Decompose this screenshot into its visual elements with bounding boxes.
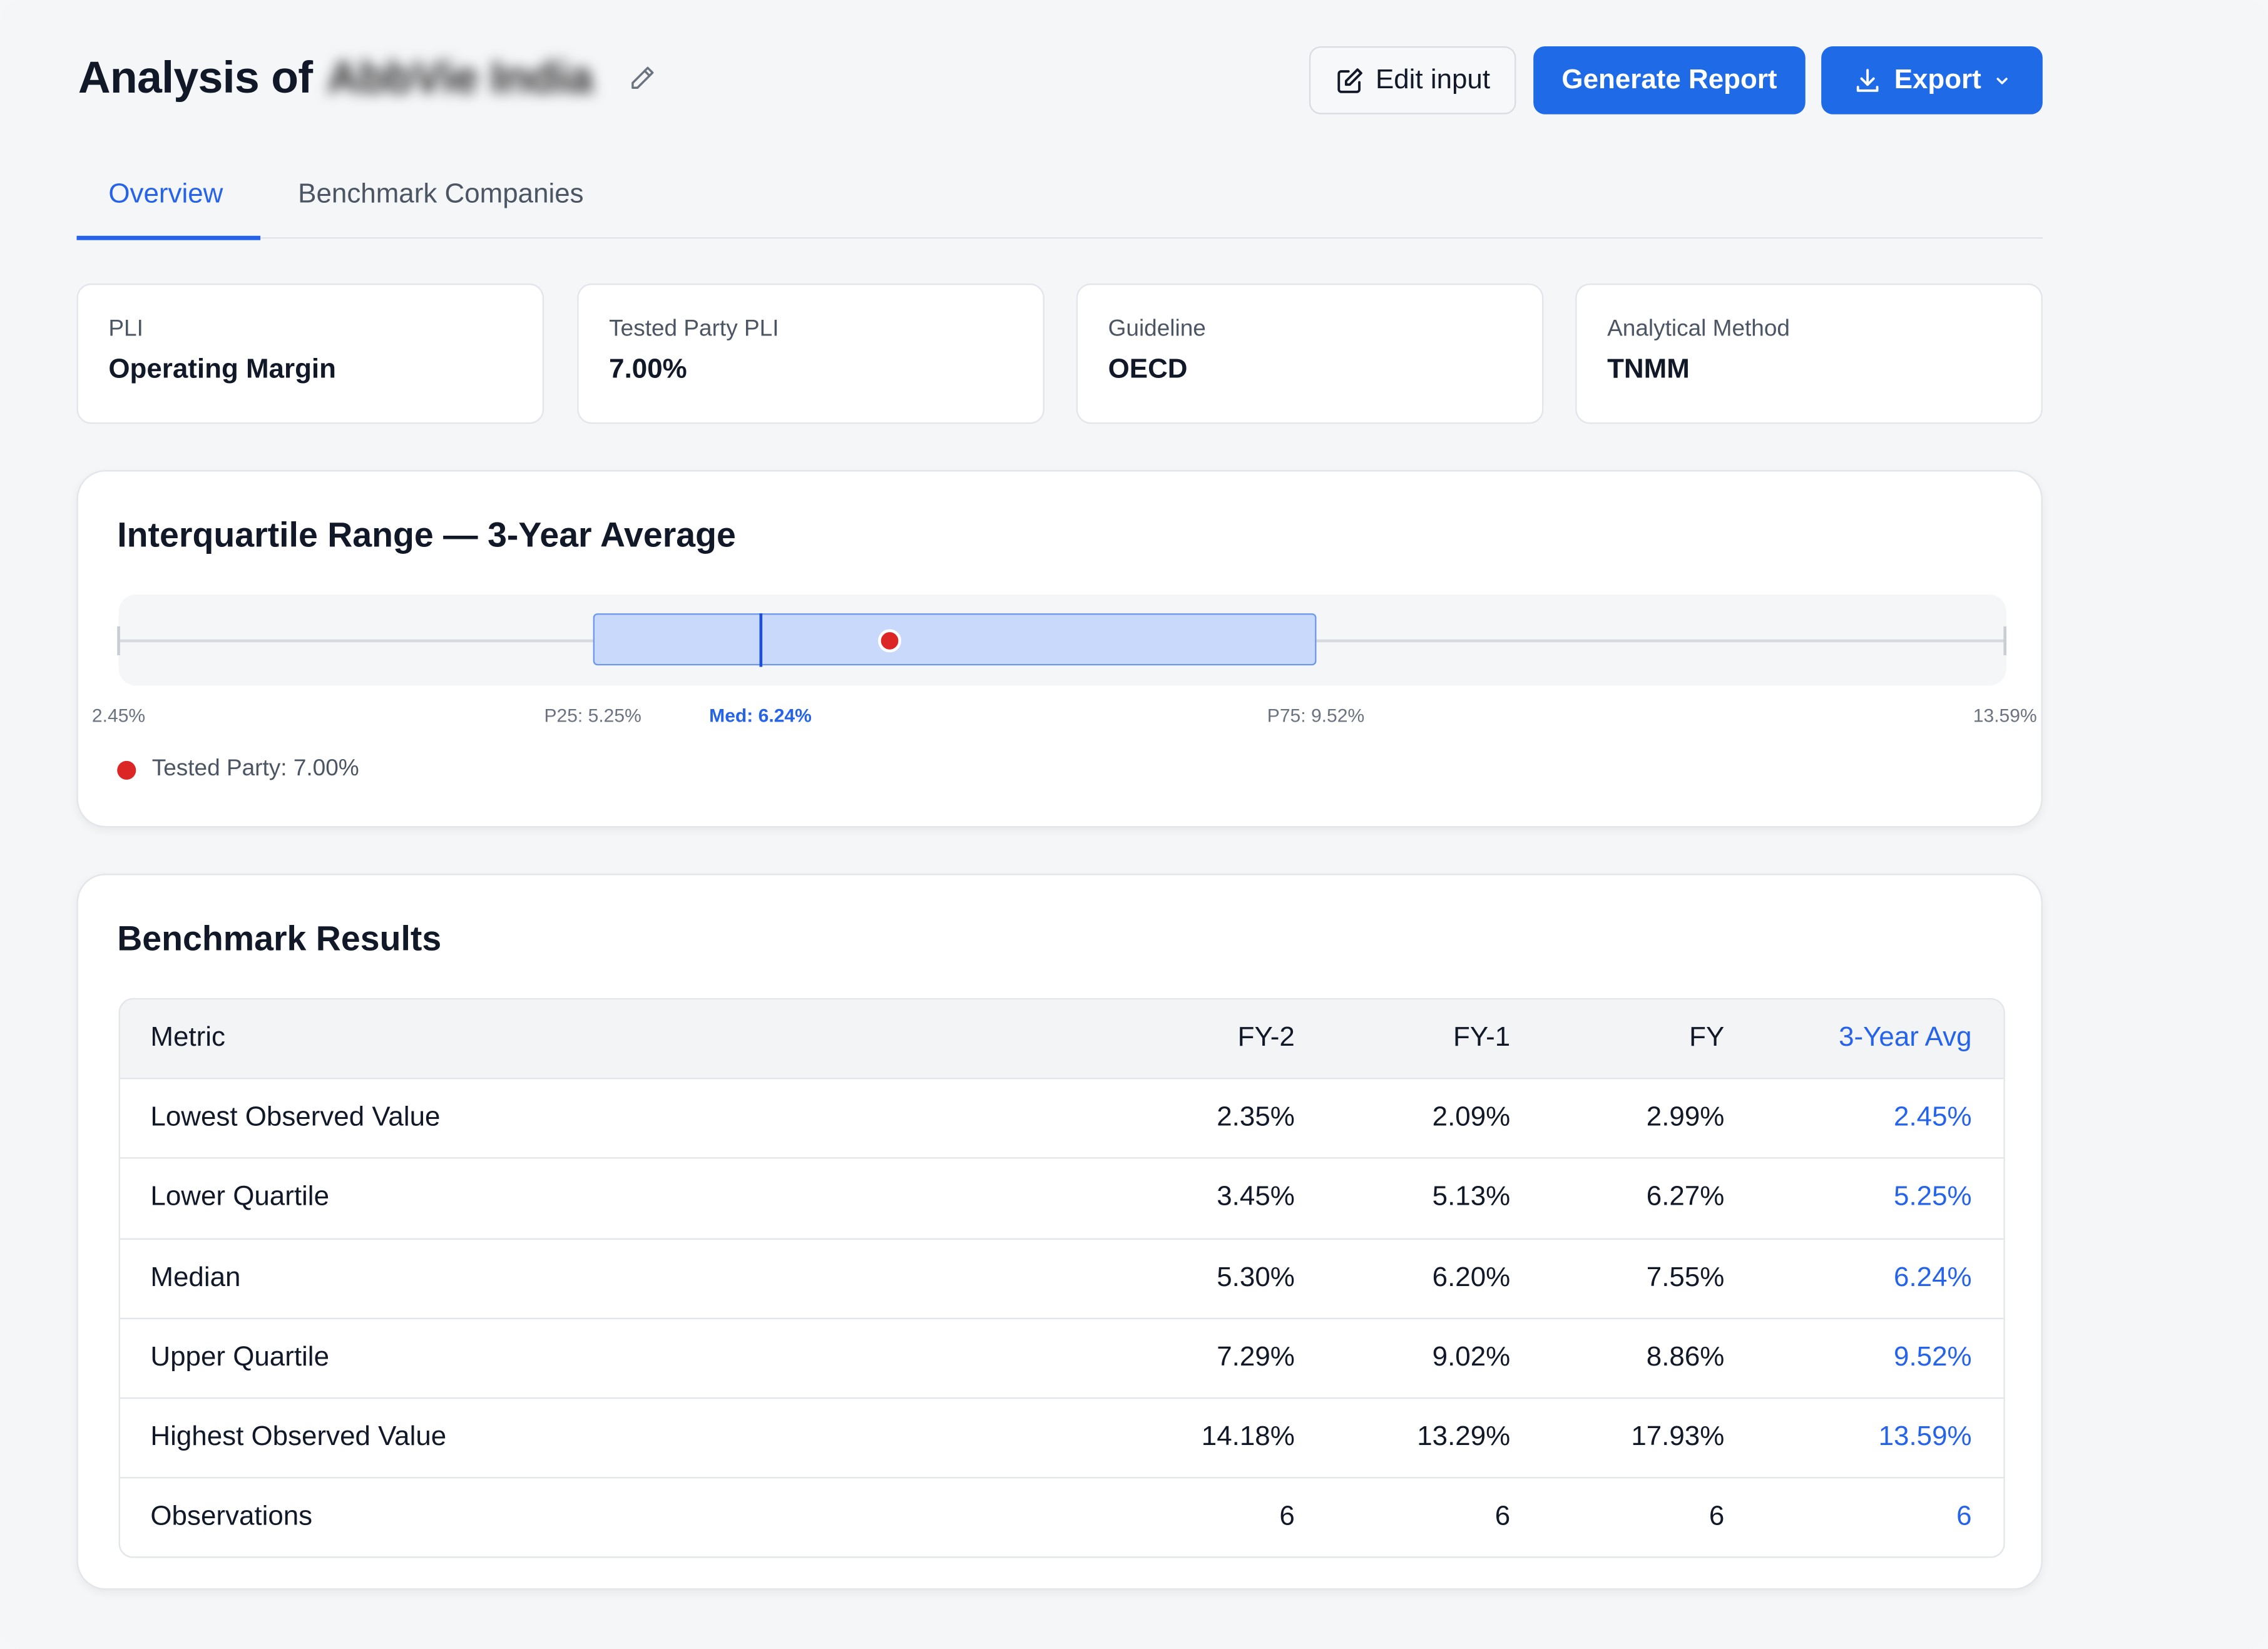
table-cell: Upper Quartile — [150, 1342, 330, 1373]
table-cell: Lowest Observed Value — [150, 1103, 441, 1133]
table-cell: 14.18% — [1201, 1422, 1295, 1452]
table-cell: 6 — [1709, 1501, 1725, 1533]
company-name: AbbVie India — [327, 52, 593, 103]
min-tick — [117, 626, 120, 656]
pli-card: PLI Operating Margin — [76, 283, 544, 424]
table-cell: 13.29% — [1417, 1422, 1511, 1452]
p75-label: P75: 9.52% — [1267, 704, 1365, 727]
tested-party-pli-card: Tested Party PLI 7.00% — [577, 283, 1045, 424]
legend: Tested Party: 7.00% — [117, 757, 359, 783]
table-cell: 5.25% — [1894, 1182, 1972, 1213]
max-label: 13.59% — [1973, 704, 2037, 727]
table-cell: 17.93% — [1631, 1422, 1725, 1452]
table-cell: 7.29% — [1217, 1342, 1295, 1373]
table-cell: 8.86% — [1646, 1342, 1725, 1373]
max-tick — [2003, 626, 2007, 656]
table-cell: 2.45% — [1894, 1103, 1972, 1133]
table-cell: Median — [150, 1262, 241, 1293]
active-tab-indicator — [76, 235, 261, 240]
edit-input-label: Edit input — [1375, 64, 1491, 95]
column-header: FY-2 — [1237, 1023, 1295, 1053]
table-cell: 6 — [1279, 1501, 1295, 1533]
benchmark-results-panel: Benchmark Results Metric FY-2 FY-1 FY 3-… — [76, 874, 2043, 1590]
table-cell: 9.52% — [1894, 1342, 1972, 1373]
tab-overview[interactable]: Overview — [108, 180, 223, 212]
export-label: Export — [1894, 64, 1981, 95]
guideline-card: Guideline OECD — [1076, 283, 1544, 424]
min-label: 2.45% — [91, 704, 146, 727]
tab-benchmark-companies[interactable]: Benchmark Companies — [298, 180, 583, 212]
analysis-page: Analysis of AbbVie India Edit input Gene… — [0, 0, 2268, 1649]
tested-party-legend-label: Tested Party: 7.00% — [151, 756, 359, 782]
page-title: Analysis of AbbVie India — [78, 52, 656, 104]
generate-report-button[interactable]: Generate Report — [1533, 46, 1806, 115]
median-label: Med: 6.24% — [709, 704, 812, 727]
table-cell: 5.13% — [1432, 1182, 1511, 1213]
table-row: Lowest Observed Value 2.35% 2.09% 2.99% … — [120, 1080, 2004, 1160]
column-header: FY — [1689, 1023, 1725, 1053]
benchmark-title: Benchmark Results — [117, 920, 442, 959]
table-row: Lower Quartile 3.45% 5.13% 6.27% 5.25% — [120, 1159, 2004, 1239]
tested-party-marker — [877, 629, 901, 653]
table-cell: Lower Quartile — [150, 1182, 330, 1213]
table-row: Highest Observed Value 14.18% 13.29% 17.… — [120, 1399, 2004, 1479]
table-cell: 9.02% — [1432, 1342, 1511, 1373]
table-cell: 6.24% — [1894, 1262, 1972, 1293]
p25-label: P25: 5.25% — [544, 704, 641, 727]
download-icon — [1857, 68, 1879, 91]
card-label: Analytical Method — [1607, 317, 1790, 342]
iqr-box — [593, 613, 1316, 666]
card-label: Guideline — [1108, 317, 1206, 342]
table-cell: Highest Observed Value — [150, 1422, 447, 1452]
table-row: Median 5.30% 6.20% 7.55% 6.24% — [120, 1239, 2004, 1319]
table-cell: 6.20% — [1432, 1262, 1511, 1293]
tab-bar: Overview Benchmark Companies — [76, 165, 2043, 240]
table-cell: 3.45% — [1217, 1182, 1295, 1213]
table-header-row: Metric FY-2 FY-1 FY 3-Year Avg — [120, 999, 2004, 1080]
table-row: Observations 6 6 6 6 — [120, 1479, 2004, 1557]
median-line — [759, 613, 762, 667]
card-value: 7.00% — [609, 354, 687, 385]
chevron-down-icon — [1996, 77, 2007, 84]
table-cell: 6 — [1956, 1501, 1972, 1533]
table-cell: 6 — [1494, 1501, 1511, 1533]
table-cell: 2.35% — [1217, 1103, 1295, 1133]
tested-party-legend-dot — [117, 760, 136, 779]
card-value: TNMM — [1607, 354, 1690, 385]
analytical-method-card: Analytical Method TNMM — [1575, 283, 2043, 424]
column-header: FY-1 — [1453, 1023, 1511, 1053]
edit-icon — [1337, 68, 1362, 93]
table-cell: 2.09% — [1432, 1103, 1511, 1133]
table-cell: Observations — [150, 1501, 313, 1533]
iqr-panel: Interquartile Range — 3-Year Average 2.4… — [76, 470, 2043, 828]
benchmark-table: Metric FY-2 FY-1 FY 3-Year Avg Lowest Ob… — [118, 998, 2005, 1559]
iqr-title: Interquartile Range — 3-Year Average — [117, 516, 736, 556]
table-cell: 2.99% — [1646, 1103, 1725, 1133]
export-button[interactable]: Export — [1821, 46, 2043, 115]
edit-input-button[interactable]: Edit input — [1309, 46, 1516, 115]
pencil-icon[interactable] — [627, 64, 656, 93]
table-row: Upper Quartile 7.29% 9.02% 8.86% 9.52% — [120, 1319, 2004, 1399]
table-cell: 5.30% — [1217, 1262, 1295, 1293]
card-label: PLI — [108, 317, 143, 342]
table-cell: 7.55% — [1646, 1262, 1725, 1293]
card-value: Operating Margin — [108, 354, 336, 385]
table-cell: 6.27% — [1646, 1182, 1725, 1213]
column-header: Metric — [150, 1023, 225, 1053]
title-prefix: Analysis of — [78, 52, 313, 103]
generate-report-label: Generate Report — [1561, 64, 1777, 95]
table-cell: 13.59% — [1878, 1422, 1972, 1452]
card-label: Tested Party PLI — [609, 317, 779, 342]
card-value: OECD — [1108, 354, 1188, 385]
column-header: 3-Year Avg — [1839, 1023, 1972, 1053]
